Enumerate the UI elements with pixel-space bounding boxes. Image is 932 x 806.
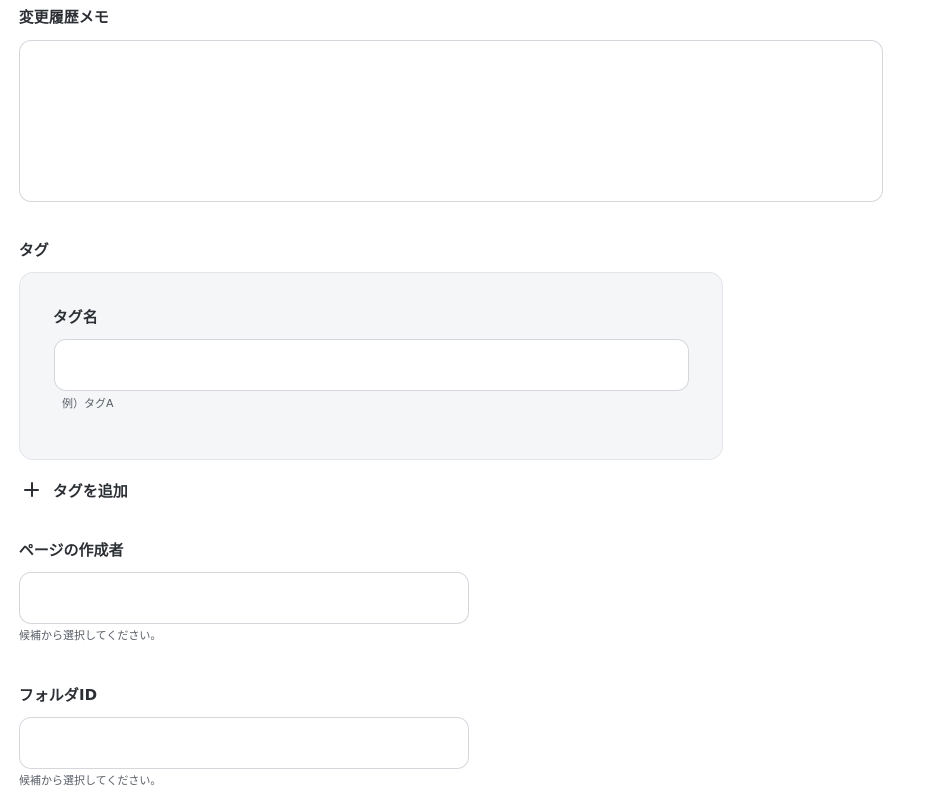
- add-tag-button[interactable]: タグを追加: [20, 478, 128, 502]
- add-tag-label: タグを追加: [53, 481, 129, 500]
- tag-name-hint: 例）タグA: [62, 397, 114, 410]
- page-author-label: ページの作成者: [19, 541, 124, 559]
- page-author-hint: 候補から選択してください。: [19, 629, 162, 642]
- change-memo-label: 変更履歴メモ: [19, 8, 110, 26]
- plus-icon: [20, 478, 44, 502]
- tag-panel: タグ名 例）タグA: [19, 272, 723, 460]
- folder-id-input[interactable]: [19, 717, 469, 769]
- tags-section-label: タグ: [19, 241, 50, 259]
- tag-name-input[interactable]: [54, 339, 689, 391]
- folder-id-hint: 候補から選択してください。: [19, 774, 162, 787]
- folder-id-label: フォルダID: [19, 686, 98, 704]
- tag-name-label: タグ名: [53, 308, 99, 326]
- change-memo-textarea[interactable]: [19, 40, 883, 202]
- page-author-input[interactable]: [19, 572, 469, 624]
